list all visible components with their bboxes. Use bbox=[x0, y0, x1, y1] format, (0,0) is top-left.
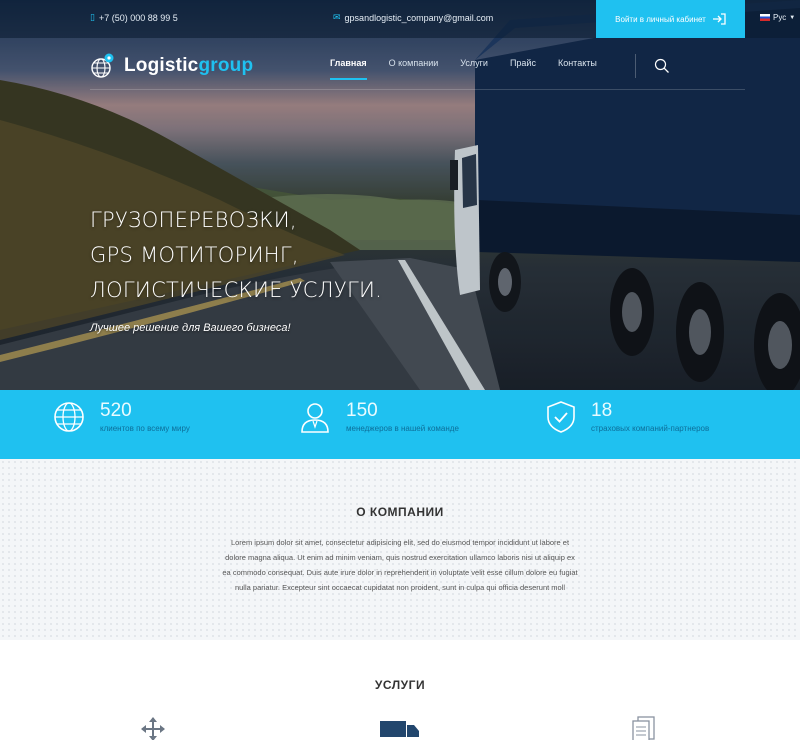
shield-check-icon bbox=[547, 401, 575, 433]
phone-number: +7 (50) 000 88 99 5 bbox=[98, 12, 178, 23]
email-address: gpsandlogistic_company@gmail.com bbox=[344, 12, 494, 23]
stats-bar: 520 клиентов по всему миру 150 менеджеро… bbox=[0, 390, 800, 459]
hero-headline-line-1: ГРУЗОПЕРЕВОЗКИ, bbox=[90, 208, 297, 232]
login-button[interactable]: Войти в личный кабинет bbox=[596, 0, 745, 38]
stat-partners-value: 18 bbox=[591, 400, 613, 421]
russia-flag-icon bbox=[760, 14, 770, 21]
manager-icon bbox=[301, 403, 329, 433]
search-button[interactable] bbox=[654, 58, 670, 79]
logo-text: Logisticgroup bbox=[124, 55, 253, 77]
logo[interactable]: Logisticgroup bbox=[90, 52, 253, 80]
stat-partners-label: страховых компаний-партнеров bbox=[591, 424, 710, 433]
hero-headline-line-2: GPS МОТИТОРИНГ, bbox=[90, 243, 299, 267]
stat-managers-value: 150 bbox=[346, 400, 378, 421]
stat-managers: 150 менеджеров в нашей команде bbox=[298, 400, 459, 434]
about-text: Lorem ipsum dolor sit amet, consectetur … bbox=[222, 538, 578, 592]
language-selector[interactable]: Рус ▼ bbox=[760, 13, 795, 22]
globe-icon bbox=[54, 402, 84, 432]
nav-item-home[interactable]: Главная bbox=[330, 58, 367, 80]
phone-contact[interactable]: ▯ +7 (50) 000 88 99 5 bbox=[90, 12, 178, 23]
about-title: О КОМПАНИИ bbox=[356, 505, 444, 519]
nav-divider bbox=[635, 54, 636, 78]
move-arrows-icon[interactable] bbox=[140, 716, 166, 740]
truck-icon[interactable] bbox=[379, 716, 421, 740]
hero-headline-line-3: ЛОГИСТИЧЕСКИЕ УСЛУГИ. bbox=[90, 278, 383, 302]
stat-clients-value: 520 bbox=[100, 400, 132, 421]
about-section: О КОМПАНИИ Lorem ipsum dolor sit amet, c… bbox=[0, 459, 800, 640]
stat-clients-label: клиентов по всему миру bbox=[100, 424, 190, 433]
stat-clients: 520 клиентов по всему миру bbox=[52, 400, 190, 434]
login-arrow-icon bbox=[712, 13, 726, 25]
nav-item-contacts[interactable]: Контакты bbox=[558, 58, 597, 80]
services-title: УСЛУГИ bbox=[374, 678, 426, 692]
logo-text-accent: group bbox=[198, 55, 254, 76]
language-label: Рус bbox=[773, 13, 787, 22]
hero-section: ▯ +7 (50) 000 88 99 5 ✉ gpsandlogistic_c… bbox=[0, 0, 800, 390]
nav-item-prices[interactable]: Прайс bbox=[510, 58, 536, 80]
mail-icon: ✉ bbox=[333, 12, 341, 22]
nav-item-about[interactable]: О компании bbox=[389, 58, 439, 80]
search-icon bbox=[654, 58, 669, 73]
nav-item-services[interactable]: Услуги bbox=[460, 58, 488, 80]
phone-icon: ▯ bbox=[90, 12, 95, 22]
main-nav: Главная О компании Услуги Прайс Контакты bbox=[330, 58, 597, 80]
top-bar: ▯ +7 (50) 000 88 99 5 ✉ gpsandlogistic_c… bbox=[0, 0, 800, 38]
globe-pin-logo-icon bbox=[91, 53, 114, 78]
documents-icon[interactable] bbox=[630, 716, 658, 740]
stat-partners: 18 страховых компаний-партнеров bbox=[545, 400, 709, 434]
stat-managers-label: менеджеров в нашей команде bbox=[346, 424, 459, 433]
services-section: УСЛУГИ bbox=[0, 640, 800, 740]
hero-headline: ГРУЗОПЕРЕВОЗКИ, GPS МОТИТОРИНГ, ЛОГИСТИЧ… bbox=[90, 203, 382, 308]
dropdown-caret-icon: ▼ bbox=[789, 14, 796, 21]
email-contact[interactable]: ✉ gpsandlogistic_company@gmail.com bbox=[333, 12, 493, 23]
login-button-label: Войти в личный кабинет bbox=[615, 14, 706, 24]
hero-subtitle: Лучшее решение для Вашего бизнеса! bbox=[90, 322, 291, 334]
nav-underline bbox=[90, 89, 745, 90]
logo-text-primary: Logistic bbox=[124, 55, 199, 76]
